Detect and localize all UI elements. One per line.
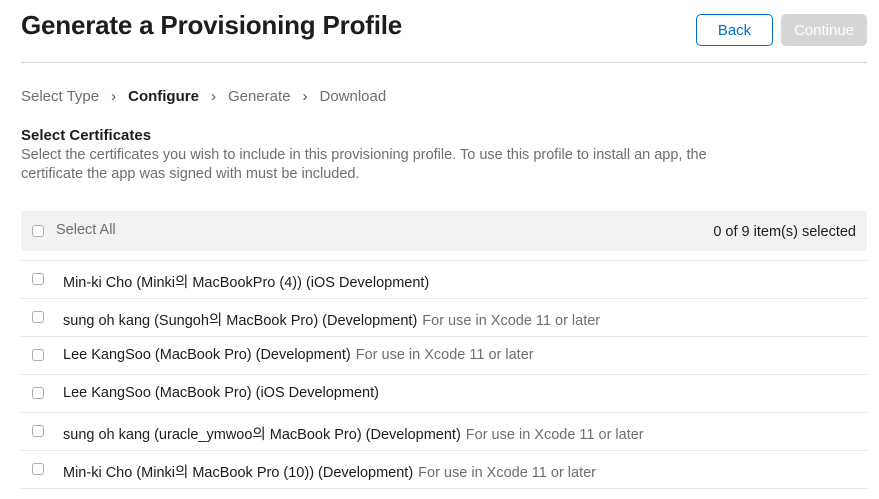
certificate-text: sung oh kang (uracle_ymwoo의 MacBook Pro)… — [63, 423, 644, 444]
section-title: Select Certificates — [21, 127, 152, 144]
certificate-text: Min-ki Cho (Minki의 MacBook Pro (10)) (De… — [63, 461, 596, 482]
continue-button[interactable]: Continue — [781, 14, 867, 46]
chevron-right-icon: › — [210, 87, 216, 105]
certificate-note: For use in Xcode 11 or later — [422, 313, 601, 329]
step-select-type: Select Type — [21, 87, 100, 105]
certificate-name: Lee KangSoo (MacBook Pro) (Development) — [63, 347, 351, 363]
certificate-text: Lee KangSoo (MacBook Pro) (iOS Developme… — [63, 385, 384, 401]
certificate-row[interactable]: sung oh kang (Sungoh의 MacBook Pro) (Deve… — [21, 299, 867, 337]
certificate-checkbox[interactable] — [32, 349, 44, 361]
certificate-list: Min-ki Cho (Minki의 MacBookPro (4)) (iOS … — [21, 260, 867, 489]
step-generate: Generate — [227, 87, 291, 105]
certificate-row[interactable]: Lee KangSoo (MacBook Pro) (iOS Developme… — [21, 375, 867, 413]
selected-count: 0 of 9 item(s) selected — [713, 224, 856, 240]
certificate-text: Lee KangSoo (MacBook Pro) (Development) F… — [63, 347, 534, 363]
certificate-text: Min-ki Cho (Minki의 MacBookPro (4)) (iOS … — [63, 271, 434, 292]
certificate-name: Min-ki Cho (Minki의 MacBook Pro (10)) (De… — [63, 465, 414, 481]
certificate-note: For use in Xcode 11 or later — [418, 465, 597, 481]
step-configure: Configure — [128, 87, 199, 105]
chevron-right-icon: › — [111, 87, 117, 105]
step-breadcrumb: Select Type › Configure › Generate › Dow… — [21, 86, 386, 106]
step-download: Download — [319, 87, 387, 105]
certificate-name: sung oh kang (uracle_ymwoo의 MacBook Pro)… — [63, 427, 461, 443]
select-all-label[interactable]: Select All — [56, 222, 116, 238]
back-button[interactable]: Back — [696, 14, 773, 46]
provisioning-profile-page: Generate a Provisioning Profile Back Con… — [0, 0, 879, 499]
certificate-row[interactable]: Min-ki Cho (Minki의 MacBookPro (4)) (iOS … — [21, 261, 867, 299]
certificate-row[interactable]: Lee KangSoo (MacBook Pro) (Development) F… — [21, 337, 867, 375]
certificate-note: For use in Xcode 11 or later — [355, 347, 534, 363]
certificate-checkbox[interactable] — [32, 387, 44, 399]
select-all-checkbox[interactable] — [32, 225, 44, 237]
certificate-name: Min-ki Cho (Minki의 MacBookPro (4)) (iOS … — [63, 275, 430, 291]
section-description: Select the certificates you wish to incl… — [21, 147, 707, 182]
chevron-right-icon: › — [302, 87, 308, 105]
certificate-note: For use in Xcode 11 or later — [465, 427, 644, 443]
certificate-checkbox[interactable] — [32, 463, 44, 475]
certificate-row[interactable]: sung oh kang (uracle_ymwoo의 MacBook Pro)… — [21, 413, 867, 451]
certificate-checkbox[interactable] — [32, 425, 44, 437]
certificate-checkbox[interactable] — [32, 311, 44, 323]
certificate-text: sung oh kang (Sungoh의 MacBook Pro) (Deve… — [63, 309, 600, 330]
select-all-bar: Select All 0 of 9 item(s) selected — [21, 211, 867, 251]
certificate-row[interactable]: Min-ki Cho (Minki의 MacBook Pro (10)) (De… — [21, 451, 867, 489]
page-title: Generate a Provisioning Profile — [21, 10, 403, 40]
certificate-checkbox[interactable] — [32, 273, 44, 285]
page-header: Generate a Provisioning Profile Back Con… — [21, 0, 867, 63]
certificate-name: Lee KangSoo (MacBook Pro) (iOS Developme… — [63, 385, 379, 401]
certificate-name: sung oh kang (Sungoh의 MacBook Pro) (Deve… — [63, 313, 418, 329]
